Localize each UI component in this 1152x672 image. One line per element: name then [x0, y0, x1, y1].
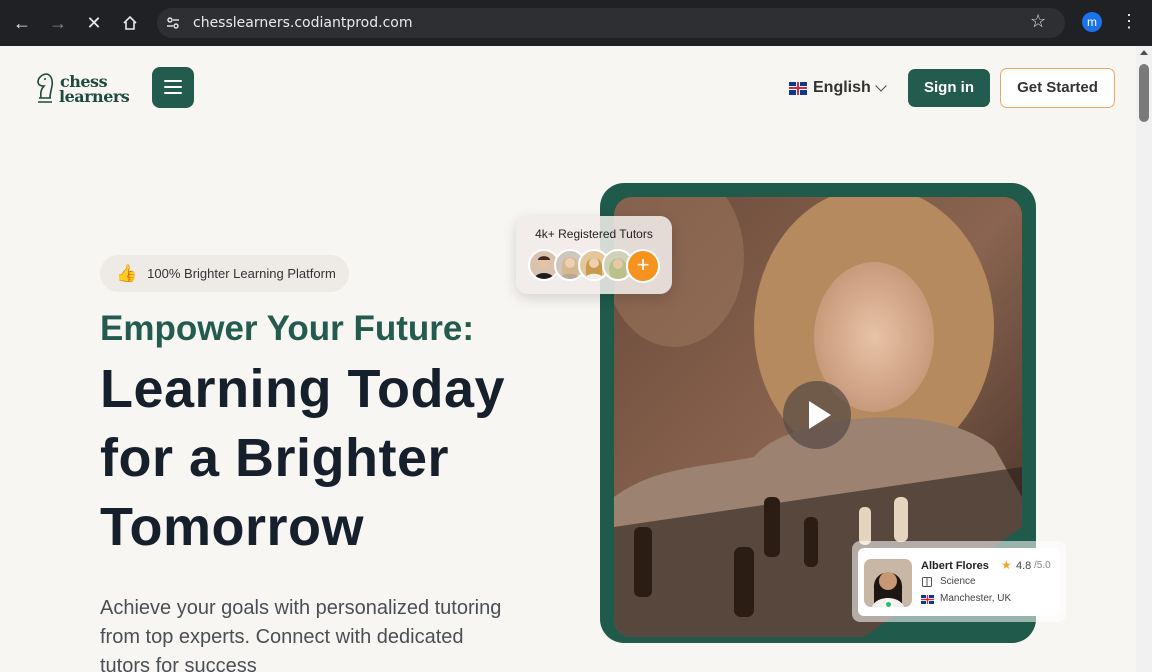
chevron-down-icon	[875, 79, 887, 92]
menu-button[interactable]	[152, 67, 194, 108]
page-scrollbar[interactable]	[1136, 46, 1152, 672]
language-selector[interactable]: English	[789, 77, 887, 99]
headline-line-2: for a Brighter	[100, 428, 450, 488]
url-text: chesslearners.codiantprod.com	[193, 15, 413, 31]
online-status-dot	[884, 600, 893, 609]
bookmark-star-icon[interactable]: ☆	[1030, 11, 1046, 32]
hamburger-icon	[164, 80, 182, 82]
uk-flag-icon	[921, 595, 934, 604]
knight-icon	[37, 73, 54, 103]
browser-menu-icon[interactable]: ⋮	[1120, 11, 1138, 32]
profile-avatar[interactable]: m	[1082, 12, 1102, 32]
language-label: English	[813, 79, 871, 96]
forward-icon[interactable]: →	[46, 11, 70, 35]
book-icon	[922, 577, 932, 587]
platform-badge: 👍 100% Brighter Learning Platform	[100, 255, 349, 292]
tutor-subject: Science	[940, 576, 976, 587]
add-tutor-button[interactable]: +	[626, 249, 660, 283]
badge-text: 100% Brighter Learning Platform	[147, 266, 336, 281]
scrollbar-thumb[interactable]	[1139, 64, 1149, 122]
hamburger-icon-line	[164, 92, 182, 94]
headline-subtitle: Empower Your Future:	[100, 309, 475, 348]
tutor-name: Albert Flores	[921, 560, 989, 572]
stop-loading-icon[interactable]: ✕	[82, 11, 106, 35]
uk-flag-icon	[789, 81, 807, 95]
site-logo[interactable]: chess learners	[32, 70, 132, 106]
tutors-count-text: 4k+ Registered Tutors	[535, 227, 653, 241]
thumbs-up-icon: 👍	[116, 263, 138, 283]
tutor-rating-max: /5.0	[1034, 560, 1051, 571]
logo-text-line2: learners	[59, 87, 130, 106]
play-video-button[interactable]	[783, 381, 851, 449]
headline-line-1: Learning Today	[100, 359, 506, 419]
tutor-rating: 4.8	[1016, 560, 1032, 572]
tutor-location: Manchester, UK	[940, 593, 1012, 604]
hero-lead-text: Achieve your goals with personalized tut…	[100, 597, 502, 672]
back-icon[interactable]: ←	[10, 11, 34, 35]
browser-toolbar: ← → ✕ chesslearners.codiantprod.com ☆ m …	[0, 0, 1152, 46]
home-icon[interactable]	[118, 11, 142, 35]
sign-in-button[interactable]: Sign in	[908, 69, 990, 107]
get-started-button[interactable]: Get Started	[1000, 68, 1115, 108]
site-settings-icon[interactable]	[165, 15, 181, 31]
star-icon: ★	[1001, 558, 1012, 572]
hamburger-icon-line	[164, 86, 182, 88]
scroll-up-arrow-icon[interactable]	[1140, 50, 1148, 55]
address-bar[interactable]: chesslearners.codiantprod.com	[157, 8, 1065, 38]
headline-line-3: Tomorrow	[100, 497, 364, 557]
